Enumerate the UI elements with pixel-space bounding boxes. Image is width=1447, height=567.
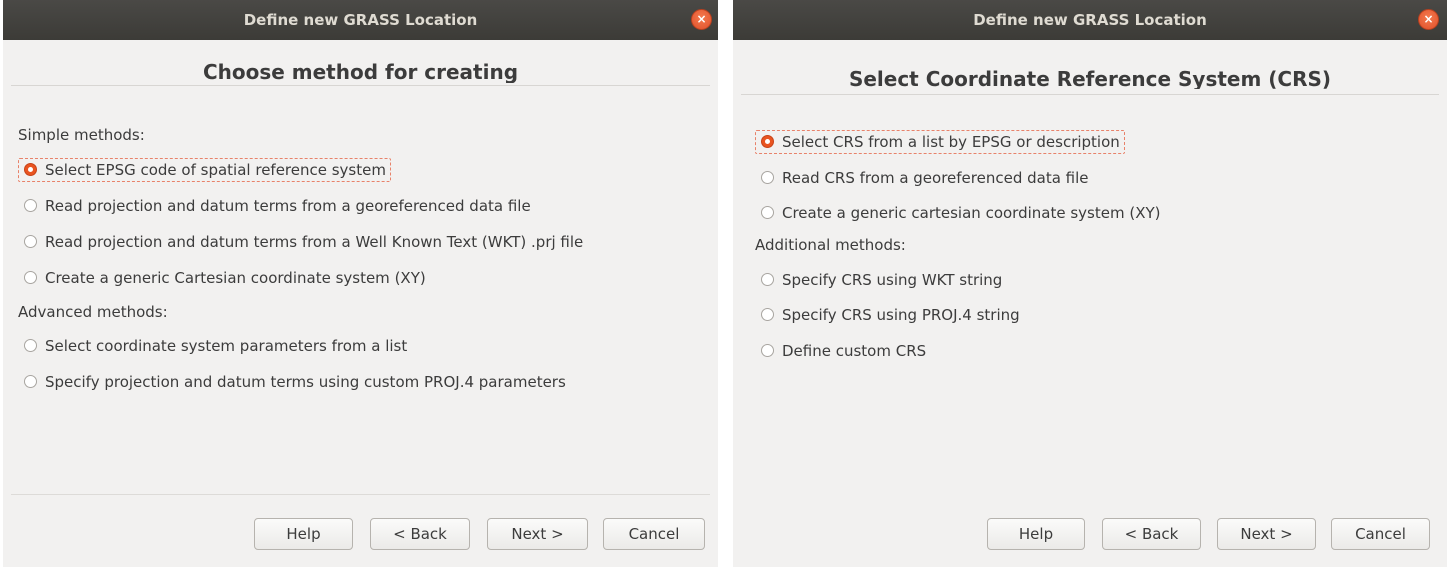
option-select-epsg[interactable]: Select EPSG code of spatial reference sy… xyxy=(18,158,391,182)
option-label: Select CRS from a list by EPSG or descri… xyxy=(782,133,1120,151)
simple-methods-label: Simple methods: xyxy=(18,126,145,144)
option-label: Read projection and datum terms from a g… xyxy=(45,197,531,215)
radio-unselected-icon[interactable] xyxy=(24,235,37,248)
radio-selected-icon[interactable] xyxy=(24,163,37,176)
option-label: Read CRS from a georeferenced data file xyxy=(782,169,1089,187)
back-button[interactable]: < Back xyxy=(1102,518,1201,550)
next-button[interactable]: Next > xyxy=(1217,518,1316,550)
option-generic-xy[interactable]: Create a generic Cartesian coordinate sy… xyxy=(18,266,430,290)
option-label: Define custom CRS xyxy=(782,342,927,360)
radio-unselected-icon[interactable] xyxy=(761,206,774,219)
window-title: Define new GRASS Location xyxy=(243,11,478,29)
option-label: Select coordinate system parameters from… xyxy=(45,337,408,355)
option-label: Specify CRS using WKT string xyxy=(782,271,1003,289)
help-button[interactable]: Help xyxy=(987,518,1085,550)
cancel-button[interactable]: Cancel xyxy=(1331,518,1430,550)
option-label: Create a generic cartesian coordinate sy… xyxy=(782,204,1161,222)
cancel-button[interactable]: Cancel xyxy=(603,518,705,550)
page-title: Select Coordinate Reference System (CRS) xyxy=(848,67,1332,89)
close-icon[interactable]: × xyxy=(1418,9,1439,30)
next-button[interactable]: Next > xyxy=(487,518,588,550)
radio-selected-icon[interactable] xyxy=(761,135,774,148)
option-label: Create a generic Cartesian coordinate sy… xyxy=(45,269,426,287)
define-location-dialog-method: Define new GRASS Location × Choose metho… xyxy=(3,0,718,567)
window-titlebar: Define new GRASS Location × xyxy=(733,0,1447,40)
page-title: Choose method for creating xyxy=(202,60,519,83)
window-title: Define new GRASS Location xyxy=(973,11,1207,29)
define-location-dialog-crs: Define new GRASS Location × Select Coord… xyxy=(733,0,1447,567)
option-read-wkt-prj[interactable]: Read projection and datum terms from a W… xyxy=(18,230,587,254)
radio-unselected-icon[interactable] xyxy=(24,199,37,212)
option-label: Read projection and datum terms from a W… xyxy=(45,233,584,251)
option-custom-crs[interactable]: Define custom CRS xyxy=(755,339,930,363)
help-button[interactable]: Help xyxy=(254,518,353,550)
radio-unselected-icon[interactable] xyxy=(761,273,774,286)
option-label: Specify CRS using PROJ.4 string xyxy=(782,306,1020,324)
advanced-methods-label: Advanced methods: xyxy=(18,303,168,321)
title-divider xyxy=(741,94,1439,95)
option-crs-from-list[interactable]: Select CRS from a list by EPSG or descri… xyxy=(755,130,1125,154)
option-crs-from-file[interactable]: Read CRS from a georeferenced data file xyxy=(755,166,1093,190)
option-wkt-string[interactable]: Specify CRS using WKT string xyxy=(755,268,1006,292)
option-generic-xy[interactable]: Create a generic cartesian coordinate sy… xyxy=(755,201,1164,225)
footer-divider xyxy=(11,494,710,495)
back-button[interactable]: < Back xyxy=(370,518,470,550)
radio-unselected-icon[interactable] xyxy=(24,339,37,352)
close-icon[interactable]: × xyxy=(691,9,712,30)
radio-unselected-icon[interactable] xyxy=(761,171,774,184)
radio-unselected-icon[interactable] xyxy=(24,375,37,388)
radio-unselected-icon[interactable] xyxy=(24,271,37,284)
radio-unselected-icon[interactable] xyxy=(761,344,774,357)
option-coord-params-list[interactable]: Select coordinate system parameters from… xyxy=(18,334,411,358)
window-titlebar: Define new GRASS Location × xyxy=(3,0,718,40)
option-label: Select EPSG code of spatial reference sy… xyxy=(45,161,386,179)
additional-methods-label: Additional methods: xyxy=(755,236,906,254)
radio-unselected-icon[interactable] xyxy=(761,308,774,321)
option-custom-proj4[interactable]: Specify projection and datum terms using… xyxy=(18,370,570,394)
option-label: Specify projection and datum terms using… xyxy=(45,373,566,391)
option-read-georef-file[interactable]: Read projection and datum terms from a g… xyxy=(18,194,535,218)
title-divider xyxy=(11,85,710,86)
option-proj4-string[interactable]: Specify CRS using PROJ.4 string xyxy=(755,303,1024,327)
